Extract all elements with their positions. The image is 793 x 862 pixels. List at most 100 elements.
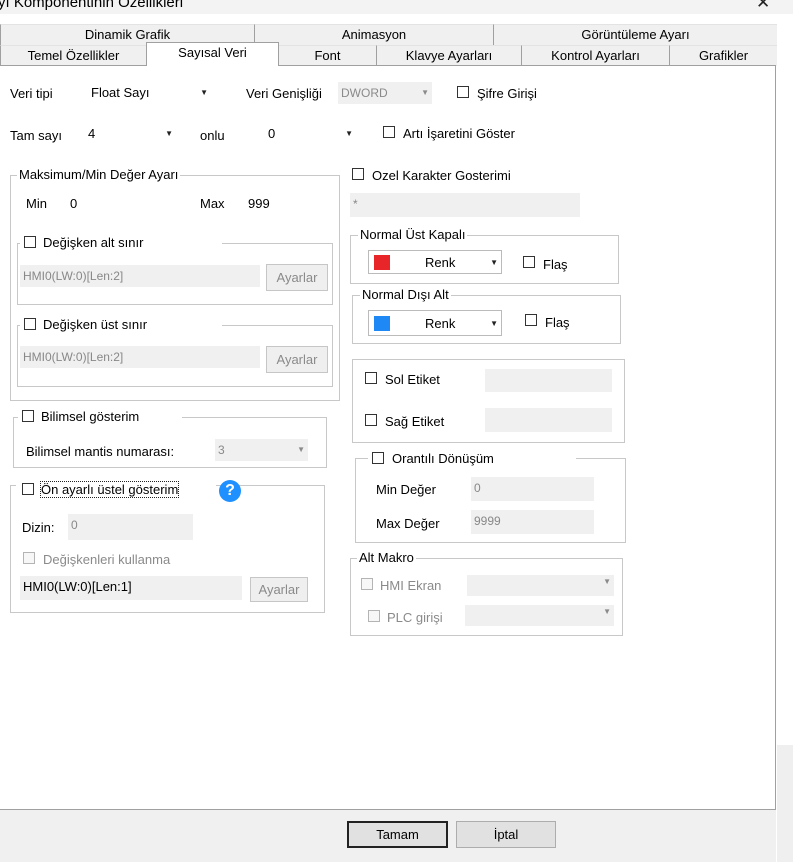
macro-title: Alt Makro [357, 550, 416, 565]
data-type-label: Veri tipi [10, 86, 53, 101]
index-label: Dizin: [22, 520, 55, 535]
var-upper-settings-button[interactable]: Ayarlar [266, 346, 328, 373]
var-lower-header: Değişken alt sınır [20, 235, 222, 251]
min-input[interactable]: 0 [67, 191, 147, 217]
tab-row-bottom: Temel Özellikler Sayısal Veri Font Klavy… [0, 42, 793, 66]
chevron-down-icon: ▼ [603, 577, 611, 586]
mantissa-label: Bilimsel mantis numarası: [26, 444, 175, 459]
left-label-checkbox[interactable] [365, 372, 377, 384]
normal-lower-flash-label: Flaş [545, 315, 570, 330]
var-upper-label: Değişken üst sınır [43, 317, 148, 332]
normal-lower-flash-checkbox[interactable] [525, 314, 537, 326]
proportional-header: Orantılı Dönüşüm [368, 450, 576, 466]
password-label: Şifre Girişi [477, 86, 537, 101]
right-strip [777, 65, 793, 745]
var-lower-address: HMI0(LW:0)[Len:2] [20, 265, 260, 287]
var-upper-address: HMI0(LW:0)[Len:2] [20, 346, 260, 368]
special-char-label: Ozel Karakter Gosterimi [372, 168, 511, 183]
data-type-value: Float Sayı [91, 85, 150, 100]
proportional-max-input[interactable]: 9999 [471, 510, 594, 534]
min-label: Min [26, 196, 47, 211]
use-vars-checkbox[interactable] [23, 552, 35, 564]
var-upper-header: Değişken üst sınır [20, 317, 222, 333]
tab-goruntuleme-ayari[interactable]: Görüntüleme Ayarı [493, 24, 777, 45]
chevron-down-icon: ▼ [200, 88, 208, 97]
integer-value: 4 [88, 126, 96, 141]
cancel-button[interactable]: İptal [456, 821, 556, 848]
blue-swatch [374, 316, 390, 331]
scientific-checkbox[interactable] [22, 410, 34, 422]
preset-address: HMI0(LW:0)[Len:1] [20, 576, 242, 600]
preset-settings-button[interactable]: Ayarlar [250, 577, 308, 602]
proportional-min-label: Min Değer [376, 482, 436, 497]
normal-upper-color-label: Renk [425, 255, 456, 270]
red-swatch [374, 255, 390, 270]
right-strip-lower [777, 745, 793, 862]
tab-klavye-ayarlari[interactable]: Klavye Ayarları [376, 45, 521, 66]
normal-lower-title: Normal Dışı Alt [360, 287, 451, 302]
data-type-select[interactable]: Float Sayı ▼ [88, 82, 211, 104]
data-width-label: Veri Genişliği [246, 86, 322, 101]
hmi-screen-select[interactable]: ▼ [467, 575, 614, 596]
tab-animasyon[interactable]: Animasyon [254, 24, 493, 45]
chevron-down-icon: ▼ [345, 129, 353, 138]
proportional-max-label: Max Değer [376, 516, 440, 531]
var-lower-checkbox[interactable] [24, 236, 36, 248]
tab-row-top: Dinamik Grafik Animasyon Görüntüleme Aya… [0, 24, 793, 45]
max-label: Max [200, 196, 225, 211]
plc-input-select[interactable]: ▼ [465, 605, 614, 626]
title-bar: yı Komponentinin Özellikleri ✕ [0, 0, 793, 14]
decimal-value: 0 [268, 126, 276, 141]
var-lower-settings-button[interactable]: Ayarlar [266, 264, 328, 291]
plc-input-label: PLC girişi [387, 610, 443, 625]
use-vars-label: Değişkenleri kullanma [43, 552, 171, 567]
preset-checkbox[interactable] [22, 483, 34, 495]
proportional-checkbox[interactable] [372, 452, 384, 464]
tab-sayisal-veri[interactable]: Sayısal Veri [146, 42, 279, 66]
mantissa-select[interactable]: 3 ▼ [215, 439, 308, 461]
right-label-text: Sağ Etiket [385, 414, 445, 429]
integer-select[interactable]: 4 ▼ [85, 123, 176, 145]
chevron-down-icon: ▼ [490, 258, 498, 267]
proportional-label: Orantılı Dönüşüm [392, 451, 494, 466]
hmi-screen-checkbox[interactable] [361, 578, 373, 590]
normal-lower-color-label: Renk [425, 316, 456, 331]
decimal-label: onlu [200, 128, 225, 143]
left-label-input[interactable] [485, 369, 612, 392]
tab-grafikler[interactable]: Grafikler [669, 45, 777, 66]
tab-temel-ozellikler[interactable]: Temel Özellikler [0, 45, 146, 66]
data-width-value: DWORD [341, 86, 388, 100]
normal-upper-flash-label: Flaş [543, 257, 568, 272]
special-char-input[interactable]: * [350, 193, 580, 217]
tab-font[interactable]: Font [278, 45, 376, 66]
left-label-text: Sol Etiket [385, 372, 440, 387]
minmax-group-title: Maksimum/Min Değer Ayarı [17, 167, 181, 182]
chevron-down-icon: ▼ [603, 607, 611, 616]
window-title: yı Komponentinin Özellikleri [0, 0, 184, 11]
mantissa-value: 3 [218, 443, 225, 457]
tab-kontrol-ayarlari[interactable]: Kontrol Ayarları [521, 45, 669, 66]
index-input[interactable]: 0 [68, 514, 193, 540]
proportional-min-input[interactable]: 0 [471, 477, 594, 501]
right-label-input[interactable] [485, 408, 612, 432]
plc-input-checkbox[interactable] [368, 610, 380, 622]
special-char-checkbox[interactable] [352, 168, 364, 180]
plus-sign-checkbox[interactable] [383, 126, 395, 138]
hmi-screen-label: HMI Ekran [380, 578, 442, 593]
ok-button[interactable]: Tamam [347, 821, 448, 848]
password-checkbox[interactable] [457, 86, 469, 98]
max-input[interactable]: 999 [245, 191, 325, 217]
var-upper-checkbox[interactable] [24, 318, 36, 330]
normal-upper-color-select[interactable]: Renk ▼ [368, 250, 502, 274]
normal-upper-flash-checkbox[interactable] [523, 256, 535, 268]
close-icon[interactable]: ✕ [756, 0, 770, 13]
normal-lower-color-select[interactable]: Renk ▼ [368, 310, 502, 336]
preset-label: Ön ayarlı üstel gösterim [39, 481, 180, 498]
data-width-select[interactable]: DWORD ▼ [338, 82, 432, 104]
normal-upper-title: Normal Üst Kapalı [358, 227, 468, 242]
help-icon[interactable]: ? [219, 480, 241, 502]
preset-header: Ön ayarlı üstel gösterim [16, 480, 216, 498]
right-label-checkbox[interactable] [365, 414, 377, 426]
chevron-down-icon: ▼ [297, 445, 305, 454]
decimal-select[interactable]: 0 ▼ [265, 123, 356, 145]
